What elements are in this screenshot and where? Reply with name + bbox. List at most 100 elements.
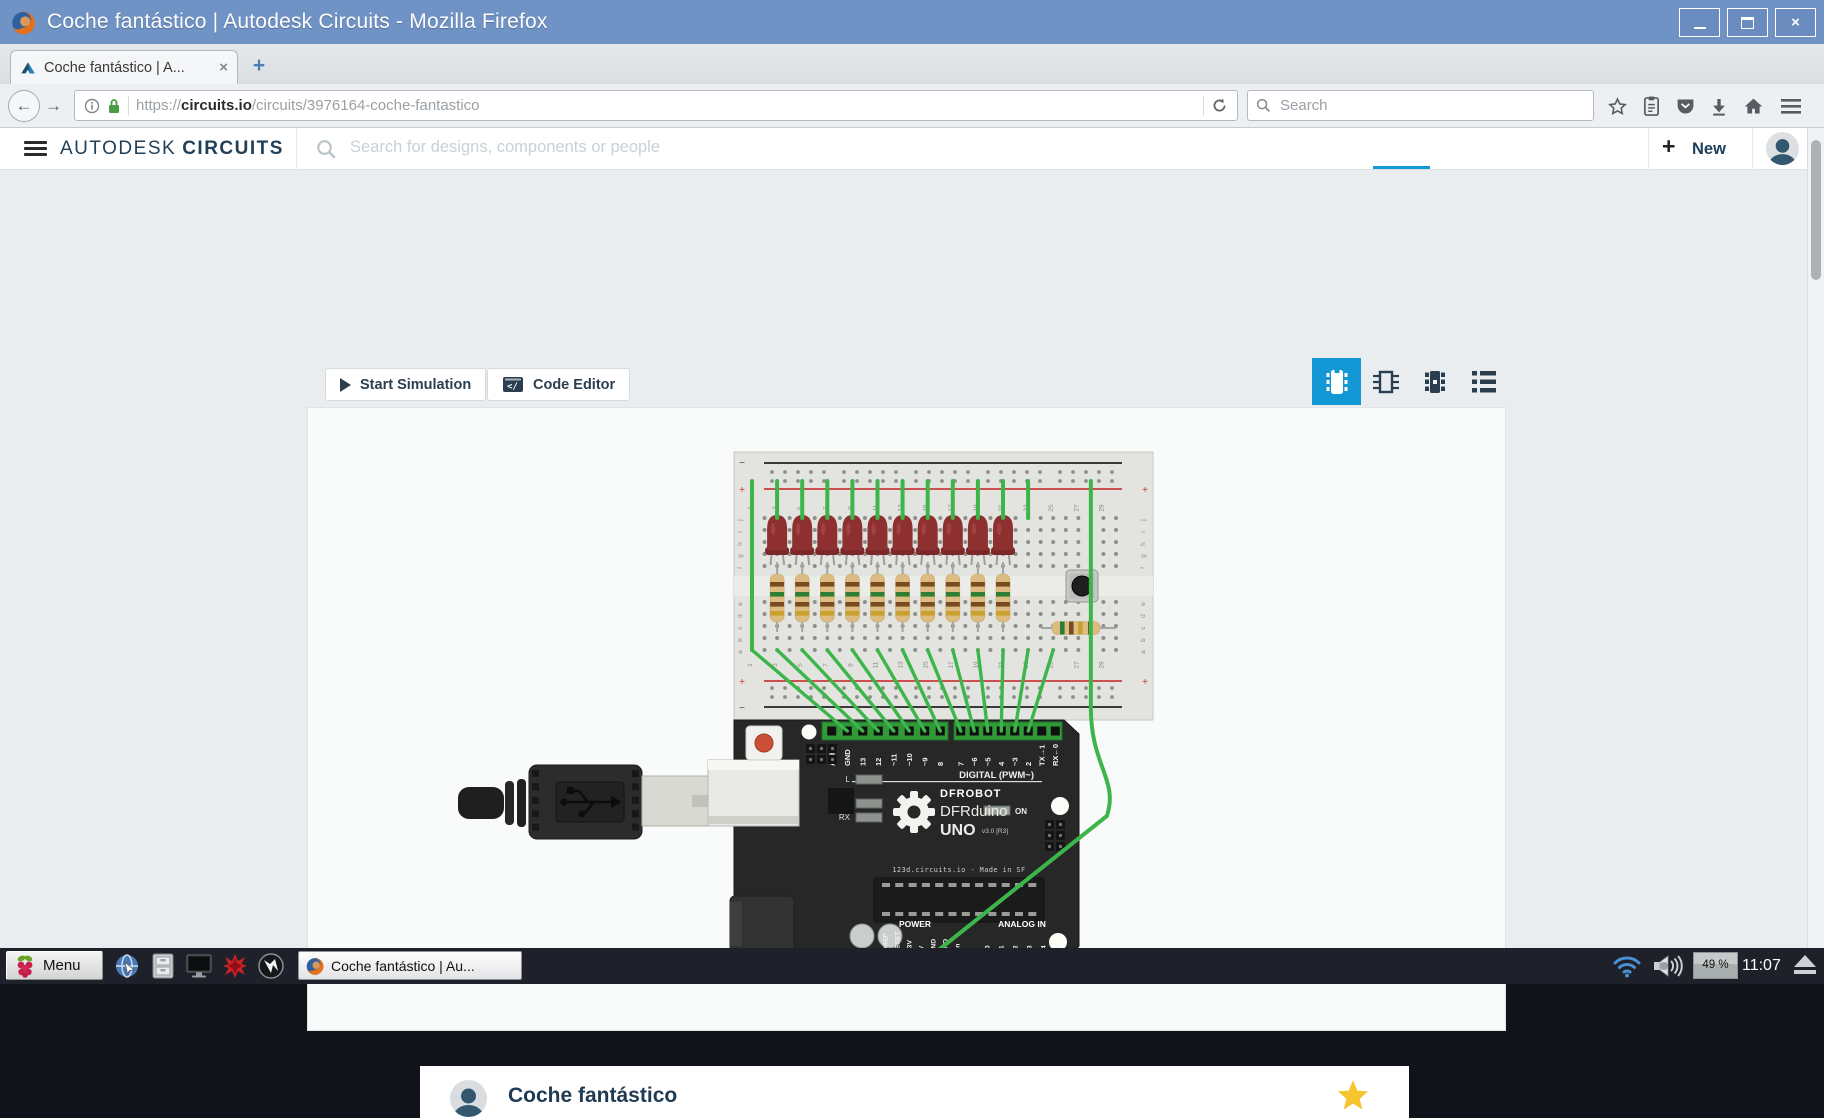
- column-number: 9: [847, 663, 854, 667]
- active-nav-indicator: [1373, 166, 1430, 169]
- app-menu-icon[interactable]: [24, 141, 47, 144]
- eject-icon[interactable]: [1794, 955, 1816, 974]
- new-design-plus-icon[interactable]: +: [1662, 133, 1675, 160]
- column-number: 7: [822, 663, 829, 667]
- close-button[interactable]: ×: [1775, 8, 1816, 37]
- schematic-view-icon: [1372, 368, 1400, 396]
- arduino-uno-board[interactable]: AREFGND1312~11~10~987~6~54~32TX→1RX←0DIG…: [708, 720, 1079, 978]
- browser-tab[interactable]: Coche fantástico | A... ×: [10, 50, 238, 84]
- breadboard-view-tab[interactable]: [1312, 358, 1361, 405]
- bookmarks-panel-icon[interactable]: [1640, 95, 1662, 117]
- brand-logo[interactable]: AUTODESKCIRCUITS: [60, 138, 284, 160]
- page-info-icon[interactable]: [84, 98, 100, 114]
- pcb-view-icon: [1421, 368, 1449, 396]
- mathematica-launcher-icon[interactable]: [220, 952, 250, 980]
- dfrobot-gear-icon: [893, 791, 935, 833]
- wolfram-launcher-icon[interactable]: [256, 952, 286, 980]
- column-number: 29: [1098, 661, 1105, 669]
- row-letter: e: [737, 602, 744, 606]
- menu-hamburger-icon[interactable]: [1780, 95, 1802, 117]
- user-avatar[interactable]: [1766, 132, 1799, 165]
- wifi-status-icon[interactable]: [1612, 952, 1642, 980]
- power-header-label: POWER: [899, 919, 931, 929]
- row-letter: b: [1140, 638, 1147, 642]
- usb-cable[interactable]: [458, 765, 708, 839]
- app-search-input[interactable]: [348, 137, 872, 158]
- maximize-button[interactable]: [1727, 8, 1768, 37]
- column-number: 5: [797, 663, 804, 667]
- volume-status-icon[interactable]: [1650, 952, 1688, 980]
- components-list-view-tab[interactable]: [1459, 358, 1508, 405]
- taskbar-clock[interactable]: 11:07: [1742, 948, 1792, 984]
- row-letter: i: [1140, 531, 1147, 532]
- column-number: 15: [923, 661, 930, 669]
- task-label: Coche fantástico | Au...: [331, 958, 475, 974]
- circuit-canvas[interactable]: −++++−1133557799111113131515171719192121…: [308, 408, 1505, 1030]
- firefox-icon: [305, 956, 325, 976]
- pushbutton[interactable]: [1066, 570, 1098, 602]
- app-search-icon: [316, 139, 337, 160]
- digital-pin-label: ~9: [920, 757, 929, 766]
- row-letter: h: [737, 542, 744, 546]
- svg-text:+: +: [1142, 677, 1148, 688]
- firefox-task-button[interactable]: Coche fantástico | Au...: [298, 951, 522, 980]
- url-text: https://circuits.io/circuits/3976164-coc…: [136, 97, 480, 114]
- digital-pin-label: 13: [858, 758, 867, 766]
- capacitor: [850, 924, 874, 948]
- row-letter: j: [737, 519, 744, 521]
- page-scrollbar[interactable]: [1807, 128, 1824, 948]
- svg-text:+: +: [1142, 485, 1148, 496]
- downloads-icon[interactable]: [1708, 95, 1730, 117]
- circuit-canvas-panel[interactable]: −++++−1133557799111113131515171719192121…: [307, 407, 1506, 1031]
- digital-pin-label: GND: [843, 749, 852, 766]
- design-info-card[interactable]: Coche fantástico: [420, 1066, 1409, 1118]
- browser-search-input[interactable]: [1278, 96, 1562, 115]
- schematic-view-tab[interactable]: [1361, 358, 1410, 405]
- pocket-icon[interactable]: [1674, 95, 1696, 117]
- row-letter: g: [1140, 554, 1147, 558]
- url-bar[interactable]: https://circuits.io/circuits/3976164-coc…: [74, 90, 1238, 121]
- person-icon: [450, 1084, 487, 1117]
- board-series: UNO: [940, 822, 976, 839]
- tab-bar: Coche fantástico | A... × +: [0, 44, 1824, 85]
- row-letter: d: [737, 614, 744, 618]
- terminal-launcher-icon[interactable]: [184, 952, 214, 980]
- jumper-wire: [1001, 650, 1003, 731]
- svg-text:−: −: [739, 458, 745, 469]
- column-number: 27: [1073, 661, 1080, 669]
- start-menu-button[interactable]: Menu: [6, 951, 103, 980]
- pcb-view-tab[interactable]: [1410, 358, 1459, 405]
- window-titlebar[interactable]: Coche fantástico | Autodesk Circuits - M…: [0, 0, 1824, 44]
- column-number: 17: [948, 661, 955, 669]
- https-lock-icon[interactable]: [107, 98, 121, 114]
- web-browser-launcher-icon[interactable]: [112, 952, 142, 980]
- cpu-monitor[interactable]: 49 %: [1693, 952, 1738, 979]
- column-number: 27: [1073, 504, 1080, 512]
- reset-button[interactable]: [746, 726, 782, 760]
- digital-pin-label: ~11: [889, 754, 898, 766]
- bookmark-star-icon[interactable]: [1606, 95, 1628, 117]
- home-icon[interactable]: [1742, 95, 1764, 117]
- favorite-star-icon[interactable]: [1335, 1078, 1371, 1114]
- mounting-hole: [802, 725, 817, 740]
- author-avatar[interactable]: [450, 1080, 487, 1117]
- browser-search-field[interactable]: [1247, 90, 1594, 121]
- autodesk-favicon: [20, 60, 36, 76]
- row-letter: a: [737, 650, 744, 654]
- scrollbar-thumb[interactable]: [1811, 140, 1821, 280]
- new-design-button[interactable]: New: [1692, 140, 1726, 159]
- board-led-label: ON: [1015, 807, 1027, 816]
- row-letter: j: [1140, 519, 1147, 521]
- file-manager-launcher-icon[interactable]: [148, 952, 178, 980]
- back-button[interactable]: ←: [8, 90, 40, 122]
- cpu-value: 49 %: [1694, 959, 1737, 971]
- start-simulation-button[interactable]: Start Simulation: [325, 368, 486, 401]
- forward-button[interactable]: →: [45, 96, 62, 116]
- row-letter: e: [1140, 602, 1147, 606]
- menu-label: Menu: [43, 957, 81, 974]
- code-editor-button[interactable]: </ Code Editor: [487, 368, 630, 401]
- tab-close-icon[interactable]: ×: [219, 59, 228, 76]
- new-tab-button[interactable]: +: [247, 54, 271, 78]
- reload-icon[interactable]: [1211, 97, 1228, 114]
- minimize-button[interactable]: [1679, 8, 1720, 37]
